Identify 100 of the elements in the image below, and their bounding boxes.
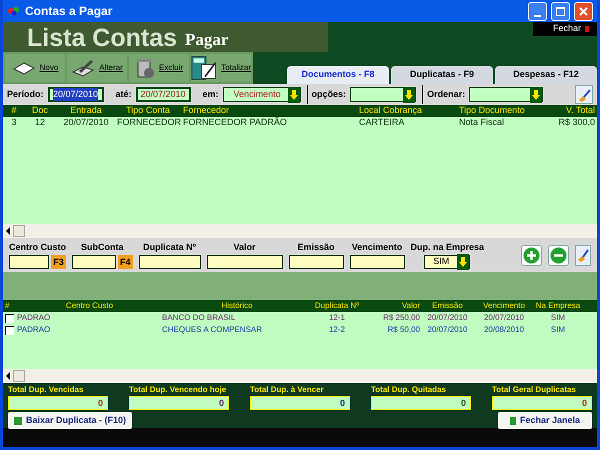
column-header[interactable]: Centro Custo <box>17 300 162 312</box>
table-cell-text: FORNECEDOR PADRÃO <box>182 116 288 130</box>
input-field[interactable] <box>206 254 283 269</box>
broom-icon <box>577 88 591 102</box>
date-field[interactable]: 20/07/2010 <box>48 87 104 102</box>
close-button[interactable] <box>574 2 593 20</box>
table-cell-text: 12-2 <box>328 324 346 336</box>
pen-icon <box>71 58 96 78</box>
minimize-button[interactable] <box>528 2 547 20</box>
field-label: opções: <box>312 88 346 101</box>
field-label: Centro Custo <box>9 241 66 254</box>
total-field[interactable]: 0 <box>492 396 592 410</box>
plus-icon <box>523 246 540 264</box>
table-cell-text: 3 <box>10 116 18 130</box>
clear-button[interactable] <box>575 244 591 266</box>
table-cell-text: 20/07/2010 <box>426 312 469 324</box>
total-label: Total Dup. Quitadas <box>371 384 447 396</box>
column-header[interactable]: # <box>3 104 25 118</box>
toolbar-button[interactable]: Totalizar <box>191 54 251 82</box>
total-label: Total Dup. à Vencer <box>250 384 325 396</box>
settle-duplicate-button[interactable]: Baixar Duplicata - (F10) <box>8 412 132 429</box>
minus-icon <box>550 246 567 264</box>
dropdown-arrow-icon[interactable] <box>457 254 470 270</box>
field-label: Período: <box>7 88 44 101</box>
field-label: Vencimento <box>352 241 402 254</box>
column-header[interactable]: Emissão <box>420 300 475 312</box>
table-cell-text: 12 <box>34 116 46 130</box>
broom-icon <box>577 248 589 262</box>
column-header[interactable]: V. Total <box>535 104 597 118</box>
input-field[interactable] <box>9 254 50 269</box>
total-field[interactable]: 0 <box>371 396 471 410</box>
total-field[interactable]: 0 <box>8 396 108 410</box>
toolbar-button[interactable]: Novo <box>5 54 65 82</box>
add-button[interactable] <box>521 244 542 266</box>
input-field[interactable] <box>350 254 405 269</box>
table-cell-text: CARTEIRA <box>358 116 406 130</box>
column-header[interactable]: Histórico <box>162 300 312 312</box>
tab[interactable]: Duplicatas - F9 <box>391 66 493 84</box>
row-checkbox[interactable] <box>5 326 14 334</box>
dropdown-arrow-icon[interactable] <box>288 86 300 102</box>
remove-button[interactable] <box>548 244 569 266</box>
scroll-thumb[interactable] <box>13 225 25 237</box>
shortcut-key[interactable]: F4 <box>118 254 133 269</box>
toolbar-button[interactable]: Excluir <box>129 54 189 82</box>
field-label: Emissão <box>298 241 335 254</box>
total-field[interactable]: 0 <box>129 396 229 410</box>
table-cell-text: CHEQUES A COMPENSAR <box>162 324 264 336</box>
date-field[interactable]: 20/07/2010 <box>136 87 191 102</box>
dropdown-arrow-icon[interactable] <box>530 86 542 102</box>
table-cell-text: PADRAO <box>17 324 52 336</box>
table-cell-text: 12-1 <box>328 312 346 324</box>
toolbar-button[interactable]: Alterar <box>67 54 127 82</box>
column-header[interactable]: Entrada <box>55 104 117 118</box>
shortcut-key[interactable]: F3 <box>51 254 66 269</box>
input-field[interactable] <box>288 254 344 269</box>
tab[interactable]: Documentos - F8 <box>287 66 389 84</box>
total-label: Total Geral Duplicatas <box>492 384 577 396</box>
sort-dropdown[interactable] <box>469 87 544 102</box>
table-cell-text: 20/07/2010 <box>426 324 469 336</box>
field-label: Valor <box>234 241 256 254</box>
column-header[interactable]: Doc <box>25 104 55 118</box>
column-header[interactable]: Na Empresa <box>533 300 583 312</box>
scroll-thumb[interactable] <box>13 370 25 382</box>
dropdown-arrow-icon[interactable] <box>403 86 416 102</box>
close-window-button[interactable]: Fechar Janela <box>498 412 592 429</box>
field-label: até: <box>116 88 132 101</box>
column-header[interactable]: Duplicata Nº <box>312 300 362 312</box>
company-dropdown[interactable]: SIM <box>424 254 470 269</box>
horizontal-scrollbar[interactable] <box>3 224 597 238</box>
table-cell-text: Nota Fiscal <box>458 116 506 130</box>
tab[interactable]: Despesas - F12 <box>495 66 597 84</box>
table-cell-text: R$ 300,0 <box>557 116 596 130</box>
field-label: SubConta <box>81 241 124 254</box>
column-header[interactable]: Valor <box>362 300 420 312</box>
column-header[interactable]: Fornecedor <box>179 104 355 118</box>
date-type-dropdown[interactable]: Vencimento <box>222 87 301 102</box>
table-cell-text: R$ 250,00 <box>382 312 420 324</box>
input-field[interactable] <box>138 254 201 269</box>
options-dropdown[interactable] <box>350 87 416 102</box>
calculator-icon <box>191 54 218 82</box>
input-field[interactable] <box>72 254 116 269</box>
column-header[interactable]: Local Cobrança <box>355 104 455 118</box>
column-header[interactable]: Vencimento <box>475 300 533 312</box>
column-header[interactable]: Tipo Conta <box>117 104 179 118</box>
table-cell-text: 20/07/2010 <box>482 312 526 324</box>
horizontal-scrollbar[interactable] <box>3 369 597 383</box>
total-label: Total Dup. Vencendo hoje <box>129 384 228 396</box>
column-header[interactable]: # <box>5 300 17 312</box>
field-label: em: <box>202 88 219 101</box>
column-header[interactable]: Tipo Documento <box>455 104 535 118</box>
table-cell-text: SIM <box>550 324 566 336</box>
total-label: Total Dup. Vencidas <box>8 384 84 396</box>
table-cell-text: PADRAO <box>17 312 52 324</box>
total-field[interactable]: 0 <box>250 396 350 410</box>
window-title: Contas a Pagar <box>25 3 114 20</box>
clear-button[interactable] <box>575 85 593 104</box>
row-checkbox[interactable] <box>5 314 14 322</box>
app-icon <box>7 6 21 16</box>
maximize-button[interactable] <box>551 2 570 20</box>
close-link[interactable]: Fechar <box>532 22 597 36</box>
